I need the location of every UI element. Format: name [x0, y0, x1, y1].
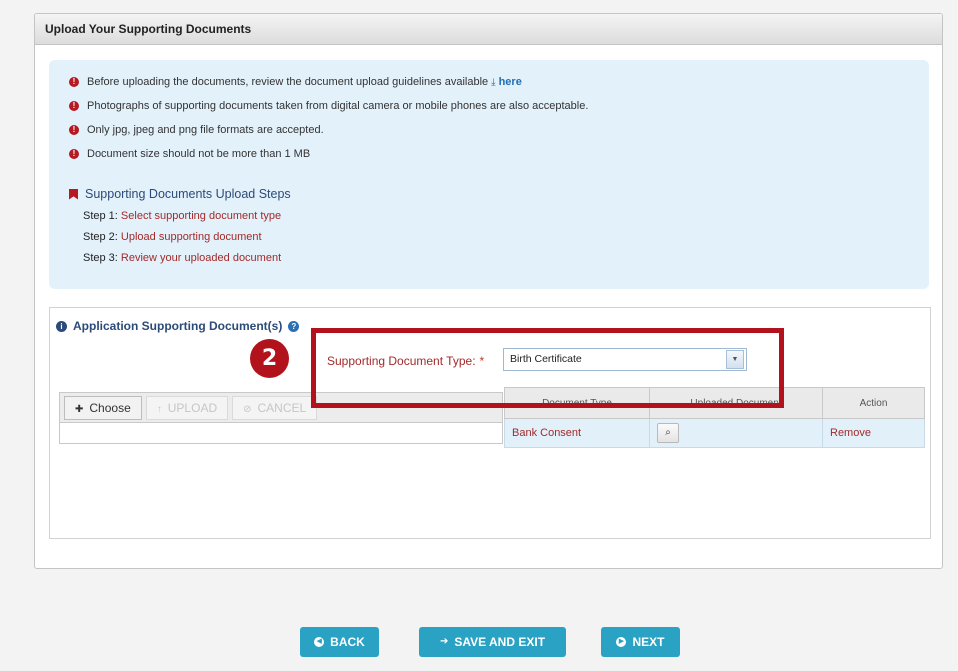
cancel-icon: ⊘ — [243, 404, 252, 415]
upload-button[interactable]: ↑ UPLOAD — [145, 396, 229, 420]
column-header-action: Action — [822, 387, 925, 419]
documents-table: Document Type Uploaded Document Action B… — [504, 387, 925, 448]
steps-title: Supporting Documents Upload Steps — [69, 187, 291, 201]
guideline-line: ! Document size should not be more than … — [69, 148, 310, 160]
uploaded-document-cell: ⌕ — [649, 418, 823, 448]
upload-documents-panel: Upload Your Supporting Documents ! Befor… — [34, 13, 943, 569]
guideline-line: ! Before uploading the documents, review… — [69, 76, 522, 88]
alert-icon: ! — [69, 125, 79, 135]
alert-icon: ! — [69, 77, 79, 87]
guideline-line: ! Photographs of supporting documents ta… — [69, 100, 588, 112]
guidelines-here-link[interactable]: here — [499, 76, 522, 88]
document-type-select[interactable]: Birth Certificate ▼ — [503, 348, 747, 371]
choose-button[interactable]: ✚ Choose — [64, 396, 142, 420]
help-icon[interactable]: ? — [288, 320, 300, 332]
step-item: Step 3: Review your uploaded document — [83, 252, 282, 264]
uploader-toolbar: ✚ Choose ↑ UPLOAD ⊘ CANCEL — [60, 393, 502, 423]
download-icon: ⤓ — [491, 76, 496, 88]
plus-icon: ✚ — [75, 404, 84, 415]
table-row: Bank Consent ⌕ Remove — [504, 418, 925, 448]
back-button[interactable]: ◀ BACK — [300, 627, 379, 657]
document-type-cell: Bank Consent — [504, 418, 650, 448]
guideline-line: ! Only jpg, jpeg and png file formats ar… — [69, 124, 324, 136]
annotation-step-marker: 2 — [250, 339, 289, 378]
document-type-label: Supporting Document Type: * — [327, 354, 485, 368]
column-header-uploaded-document[interactable]: Uploaded Document — [649, 387, 823, 419]
view-document-button[interactable]: ⌕ — [657, 423, 679, 443]
next-button[interactable]: ▶ NEXT — [601, 627, 680, 657]
upload-icon: ↑ — [156, 404, 162, 415]
guidelines-box: ! Before uploading the documents, review… — [49, 60, 929, 289]
table-header-row: Document Type Uploaded Document Action — [504, 387, 925, 419]
panel-title: Upload Your Supporting Documents — [35, 14, 942, 45]
step-item: Step 2: Upload supporting document — [83, 231, 262, 243]
application-documents-section: i Application Supporting Document(s) ? S… — [49, 307, 931, 539]
section-title: i Application Supporting Document(s) ? — [56, 319, 300, 333]
search-icon: ⌕ — [665, 427, 671, 438]
save-and-exit-button[interactable]: ➔ SAVE AND EXIT — [419, 627, 566, 657]
required-mark: * — [479, 354, 485, 368]
sign-out-icon: ➔ — [439, 636, 449, 647]
remove-link[interactable]: Remove — [822, 418, 925, 448]
file-uploader: ✚ Choose ↑ UPLOAD ⊘ CANCEL — [59, 392, 503, 444]
arrow-left-icon: ◀ — [314, 637, 325, 647]
info-icon: i — [56, 320, 67, 332]
column-header-document-type[interactable]: Document Type — [504, 387, 650, 419]
alert-icon: ! — [69, 101, 79, 111]
alert-icon: ! — [69, 149, 79, 159]
arrow-right-icon: ▶ — [616, 637, 627, 647]
step-item: Step 1: Select supporting document type — [83, 210, 282, 222]
bookmark-icon — [69, 188, 78, 200]
chevron-down-icon[interactable]: ▼ — [726, 350, 744, 369]
cancel-button[interactable]: ⊘ CANCEL — [232, 396, 318, 420]
